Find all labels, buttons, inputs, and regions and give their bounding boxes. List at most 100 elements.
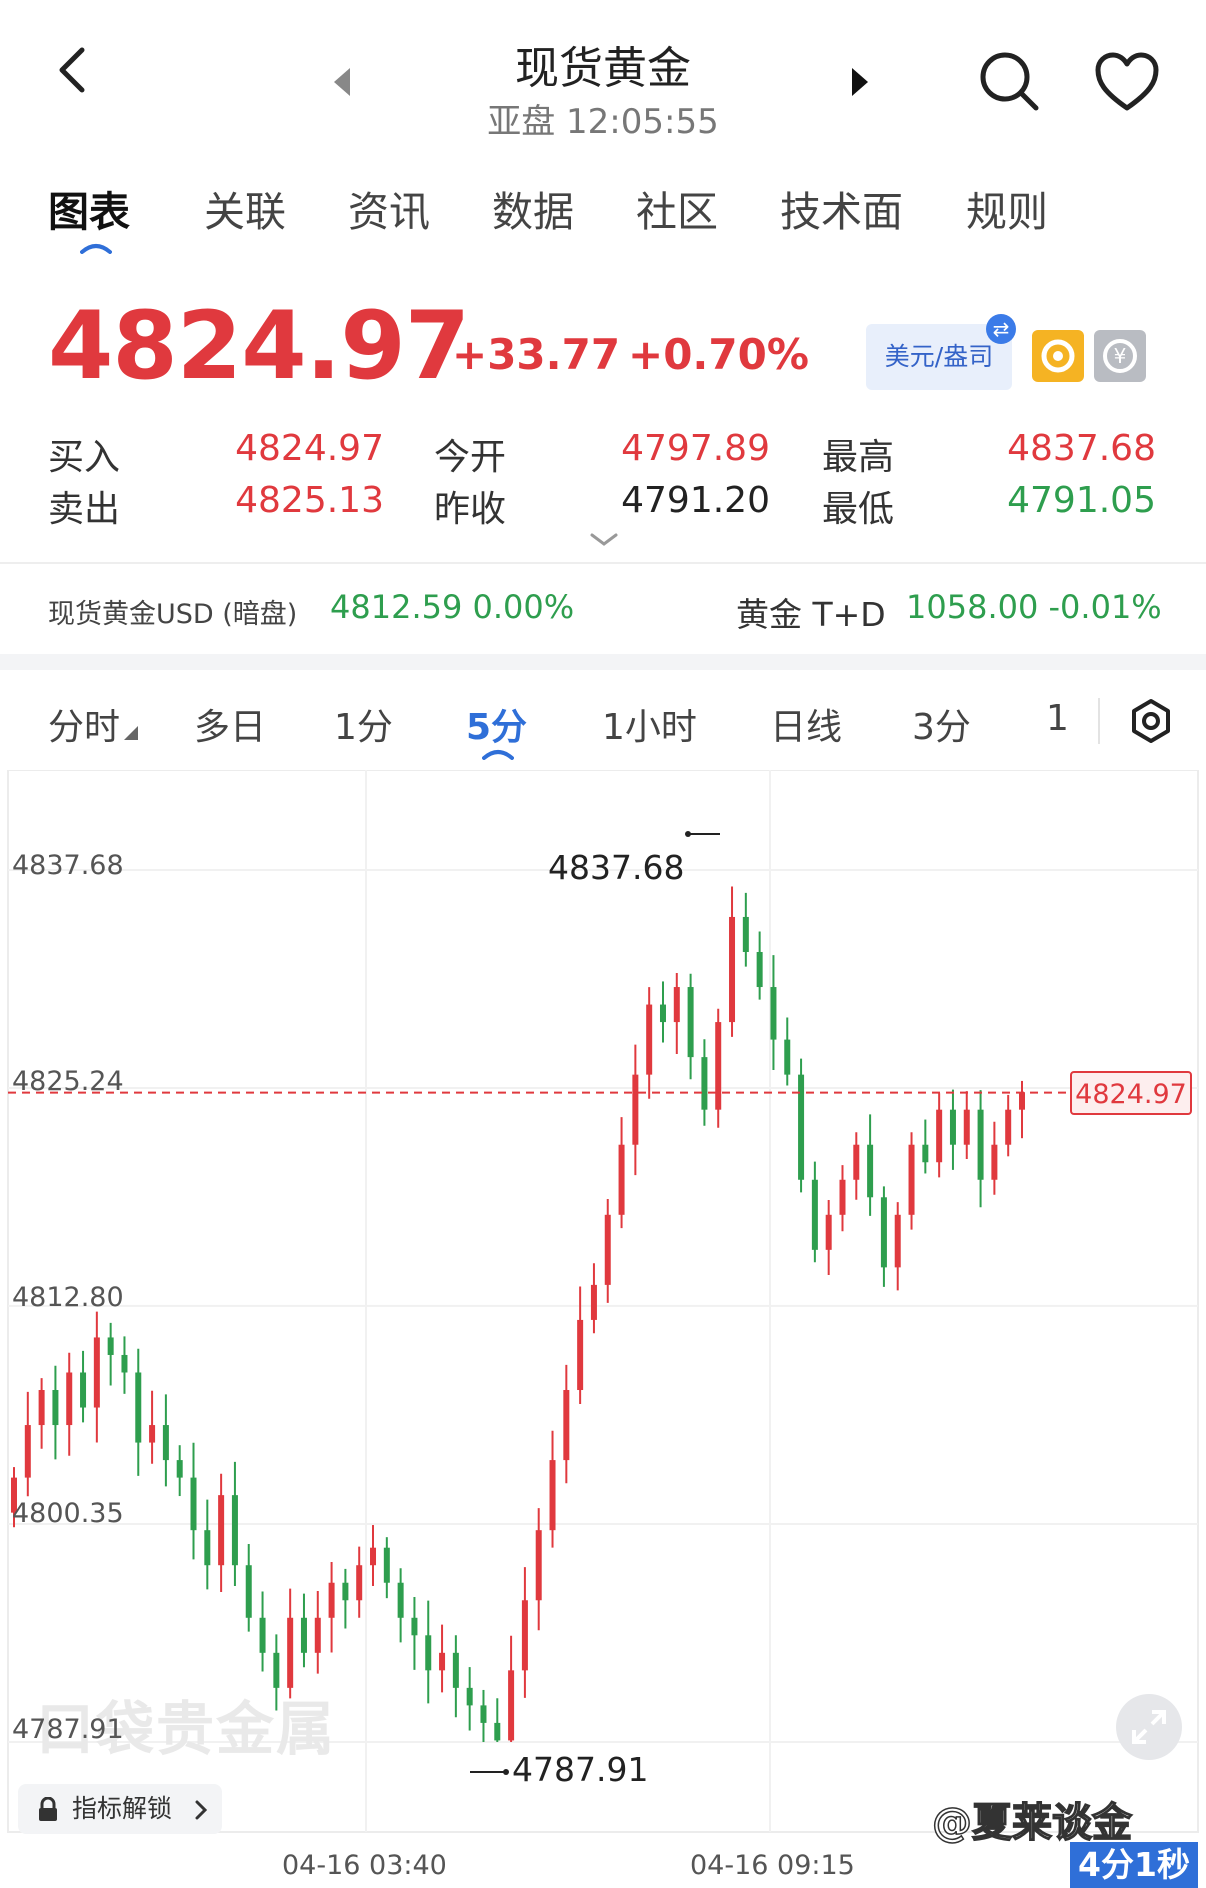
candle-body <box>659 1004 666 1023</box>
divider <box>0 562 1206 564</box>
candle-body <box>204 1530 211 1566</box>
candle-body <box>218 1495 225 1566</box>
tab-rules[interactable]: 规则 <box>966 178 1048 238</box>
refresh-button[interactable] <box>1032 330 1084 382</box>
candle-body <box>922 1144 929 1163</box>
candle-body <box>811 1179 818 1250</box>
y-tick-label: 4812.80 <box>12 1282 124 1313</box>
candle-body <box>370 1547 377 1566</box>
candle-body <box>563 1390 570 1461</box>
indicator-unlock-button[interactable]: 指标解锁 <box>18 1784 222 1834</box>
candle-body <box>107 1337 114 1355</box>
svg-text:¥: ¥ <box>1114 344 1127 368</box>
candle-body <box>687 987 694 1058</box>
candle-body <box>618 1144 625 1215</box>
y-tick-label: 4800.35 <box>12 1498 124 1529</box>
exchange-rate-button[interactable]: ¥ <box>1094 330 1146 382</box>
active-period-indicator <box>482 750 514 760</box>
candle-body <box>839 1179 846 1215</box>
high-marker-dot <box>685 831 691 837</box>
candle-body <box>880 1197 887 1268</box>
candle-countdown: 4分1秒 <box>1070 1842 1198 1888</box>
candle-body <box>646 1004 653 1075</box>
candle-body <box>411 1617 418 1636</box>
candle-body <box>328 1582 335 1618</box>
candlestick-chart[interactable]: 口袋贵金属 4837.68 4825.24 4812.80 4800.35 47… <box>0 770 1206 1888</box>
chevron-right-icon <box>195 1800 208 1820</box>
chart-settings-icon[interactable] <box>1128 698 1174 744</box>
candle-body <box>452 1652 459 1688</box>
candle-body <box>480 1705 487 1723</box>
next-instrument-icon[interactable] <box>848 66 872 98</box>
last-price-tag: 4824.97 <box>1070 1070 1192 1115</box>
tab-news[interactable]: 资讯 <box>348 178 430 238</box>
period-tab-1hour[interactable]: 1小时 <box>602 698 697 750</box>
low-label: 最低 <box>822 489 895 530</box>
price-change: +33.77 <box>452 330 621 379</box>
period-tab-more[interactable]: 1 <box>1046 698 1069 739</box>
candle-body <box>383 1547 390 1583</box>
period-tab-5min[interactable]: 5分 <box>466 698 527 750</box>
candle-body <box>853 1144 860 1180</box>
search-icon[interactable] <box>978 50 1042 114</box>
candle-body <box>604 1214 611 1285</box>
candle-body <box>894 1214 901 1268</box>
tab-community[interactable]: 社区 <box>636 178 718 238</box>
ask-value: 4825.13 <box>235 480 384 521</box>
candle-body <box>756 951 763 988</box>
related-instruments-bar[interactable]: 现货黄金USD (暗盘) 4812.59 0.00% 黄金 T+D 1058.0… <box>0 566 1206 654</box>
candle-body <box>93 1337 100 1408</box>
candle-body <box>632 1074 639 1145</box>
period-tab-multiday[interactable]: 多日 <box>194 698 266 750</box>
period-tab-intraday[interactable]: 分时 <box>48 698 120 750</box>
candle-body <box>24 1425 31 1478</box>
high-value: 4837.68 <box>1007 428 1156 469</box>
tab-data[interactable]: 数据 <box>492 178 574 238</box>
price-change-percent: +0.70% <box>628 330 809 379</box>
candle-body <box>176 1460 183 1478</box>
candle-body <box>259 1617 266 1653</box>
fullscreen-button[interactable] <box>1116 1694 1182 1760</box>
period-tab-daily[interactable]: 日线 <box>770 698 842 750</box>
bid-value: 4824.97 <box>235 428 384 469</box>
expand-chevron-down-icon[interactable] <box>590 532 618 548</box>
candle-body <box>162 1425 169 1461</box>
period-tab-3min[interactable]: 3分 <box>912 698 971 750</box>
open-label: 今开 <box>434 437 507 478</box>
candle-body <box>770 987 777 1040</box>
main-tabs: 图表 关联 资讯 数据 社区 技术面 规则 <box>0 178 1206 258</box>
tab-related[interactable]: 关联 <box>204 178 286 238</box>
candle-body <box>977 1109 984 1180</box>
candle-body <box>1019 1092 1025 1110</box>
swap-icon: ⇄ <box>986 314 1016 344</box>
candle-body <box>577 1319 584 1391</box>
author-watermark: @夏莱谈金 <box>931 1799 1133 1847</box>
last-price: 4824.97 <box>48 292 470 401</box>
period-tab-1min[interactable]: 1分 <box>334 698 393 750</box>
candle-body <box>245 1565 252 1618</box>
candle-body <box>80 1372 87 1408</box>
y-tick-label: 4825.24 <box>12 1066 124 1097</box>
related-name-gold-td: 黄金 T+D <box>736 595 886 634</box>
candle-body <box>798 1074 805 1180</box>
candle-body <box>466 1687 473 1706</box>
low-marker-dot <box>503 1769 509 1775</box>
tab-chart[interactable]: 图表 <box>48 178 130 238</box>
candle-body <box>1005 1109 1012 1145</box>
candle-body <box>508 1670 515 1741</box>
related-value-gold-td: 1058.00 -0.01% <box>906 588 1162 626</box>
tab-technical[interactable]: 技术面 <box>780 178 903 238</box>
candle-body <box>314 1617 321 1653</box>
high-label: 最高 <box>822 437 895 478</box>
period-tab-separator <box>1098 698 1100 744</box>
dropdown-triangle-icon <box>124 726 138 740</box>
candle-body <box>38 1390 45 1426</box>
bid-label: 买入 <box>48 437 121 478</box>
candle-body <box>991 1144 998 1180</box>
candle-body <box>867 1144 874 1198</box>
favorite-heart-icon[interactable] <box>1094 52 1160 112</box>
high-marker-label: 4837.68 <box>548 848 685 887</box>
candle-body <box>425 1635 432 1671</box>
lock-icon <box>39 1797 57 1821</box>
refresh-icon <box>1041 339 1075 373</box>
